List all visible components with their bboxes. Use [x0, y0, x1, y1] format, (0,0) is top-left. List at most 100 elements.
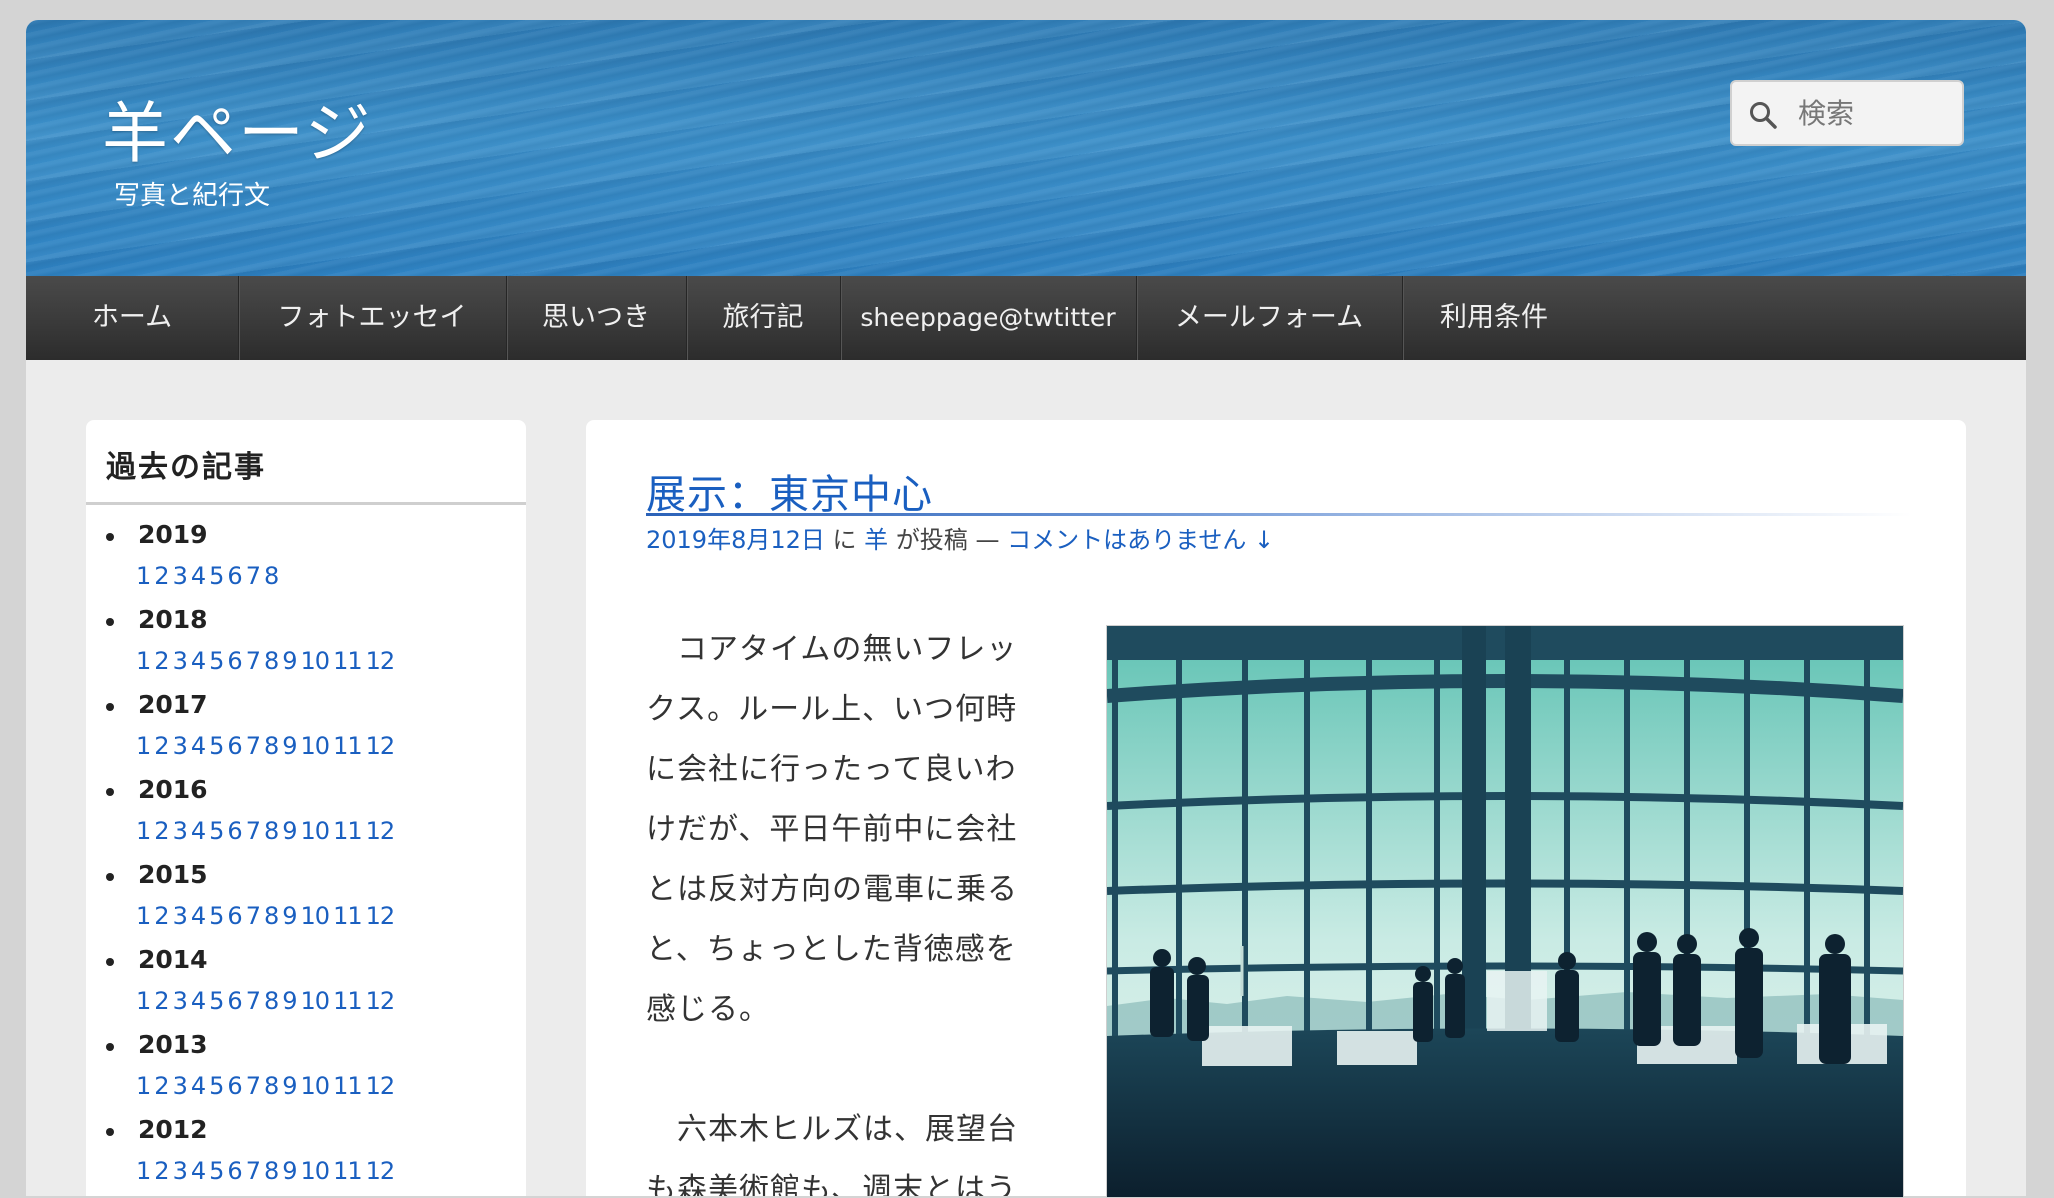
archive-month-link[interactable]: 9 — [282, 817, 297, 845]
archive-month-link[interactable]: 3 — [173, 732, 188, 760]
archive-month-link[interactable]: 7 — [246, 902, 261, 930]
archive-month-link[interactable]: 2 — [154, 987, 169, 1015]
archive-month-link[interactable]: 9 — [282, 902, 297, 930]
archive-month-link[interactable]: 1 — [136, 817, 151, 845]
archive-month-link[interactable]: 6 — [227, 1157, 242, 1185]
archive-month-link[interactable]: 8 — [264, 987, 279, 1015]
archive-month-link[interactable]: 6 — [227, 562, 242, 590]
archive-month-link[interactable]: 8 — [264, 647, 279, 675]
archive-month-link[interactable]: 3 — [173, 647, 188, 675]
archive-month-link[interactable]: 5 — [209, 1157, 224, 1185]
archive-month-link[interactable]: 7 — [246, 562, 261, 590]
archive-month-link[interactable]: 10 — [301, 817, 331, 845]
archive-month-link[interactable]: 2 — [154, 1072, 169, 1100]
nav-item-terms[interactable]: 利用条件 — [1402, 276, 1586, 360]
archive-month-link[interactable]: 11 — [333, 647, 363, 675]
archive-month-link[interactable]: 11 — [333, 902, 363, 930]
archive-month-link[interactable]: 12 — [366, 987, 396, 1015]
archive-month-link[interactable]: 4 — [191, 647, 206, 675]
archive-month-link[interactable]: 11 — [333, 1157, 363, 1185]
archive-month-link[interactable]: 2 — [154, 647, 169, 675]
comments-link[interactable]: コメントはありません ↓ — [1007, 526, 1274, 554]
site-title[interactable]: 羊ページ — [102, 80, 373, 176]
archive-month-link[interactable]: 12 — [366, 817, 396, 845]
archive-month-link[interactable]: 9 — [282, 987, 297, 1015]
post-title[interactable]: 展示：東京中心 — [646, 462, 933, 520]
archive-month-link[interactable]: 7 — [246, 732, 261, 760]
archive-month-link[interactable]: 9 — [282, 1072, 297, 1100]
archive-month-link[interactable]: 7 — [246, 1072, 261, 1100]
archive-month-link[interactable]: 3 — [173, 1072, 188, 1100]
archive-month-link[interactable]: 10 — [301, 647, 331, 675]
archive-month-link[interactable]: 2 — [154, 562, 169, 590]
archive-month-link[interactable]: 5 — [209, 987, 224, 1015]
archive-month-link[interactable]: 4 — [191, 1072, 206, 1100]
nav-item-travel[interactable]: 旅行記 — [686, 276, 841, 360]
search-input[interactable] — [1798, 94, 1948, 132]
archive-month-link[interactable]: 6 — [227, 902, 242, 930]
archive-month-link[interactable]: 6 — [227, 1072, 242, 1100]
archive-month-link[interactable]: 5 — [209, 902, 224, 930]
archive-month-link[interactable]: 8 — [264, 902, 279, 930]
archive-month-link[interactable]: 5 — [209, 817, 224, 845]
archive-month-link[interactable]: 2 — [154, 1157, 169, 1185]
archive-month-link[interactable]: 6 — [227, 647, 242, 675]
archive-month-link[interactable]: 4 — [191, 902, 206, 930]
archive-month-link[interactable]: 10 — [301, 902, 331, 930]
archive-month-link[interactable]: 1 — [136, 647, 151, 675]
archive-month-link[interactable]: 5 — [209, 647, 224, 675]
nav-item-photo-essay[interactable]: フォトエッセイ — [238, 276, 507, 360]
archive-month-link[interactable]: 10 — [301, 1157, 331, 1185]
archive-month-link[interactable]: 12 — [366, 1157, 396, 1185]
archive-month-link[interactable]: 2 — [154, 902, 169, 930]
archive-month-link[interactable]: 7 — [246, 817, 261, 845]
archive-month-link[interactable]: 10 — [301, 987, 331, 1015]
archive-month-link[interactable]: 12 — [366, 902, 396, 930]
archive-month-link[interactable]: 4 — [191, 562, 206, 590]
archive-month-link[interactable]: 12 — [366, 1072, 396, 1100]
archive-month-link[interactable]: 1 — [136, 1157, 151, 1185]
nav-item-twitter[interactable]: sheeppage@twtitter — [840, 276, 1137, 360]
archive-month-link[interactable]: 5 — [209, 732, 224, 760]
archive-month-link[interactable]: 4 — [191, 817, 206, 845]
archive-month-link[interactable]: 3 — [173, 902, 188, 930]
archive-month-link[interactable]: 3 — [173, 817, 188, 845]
archive-month-link[interactable]: 9 — [282, 732, 297, 760]
archive-month-link[interactable]: 10 — [301, 732, 331, 760]
archive-month-link[interactable]: 2 — [154, 732, 169, 760]
archive-month-link[interactable]: 4 — [191, 987, 206, 1015]
archive-month-link[interactable]: 7 — [246, 647, 261, 675]
archive-month-link[interactable]: 6 — [227, 817, 242, 845]
archive-month-link[interactable]: 3 — [173, 1157, 188, 1185]
archive-month-link[interactable]: 11 — [333, 732, 363, 760]
archive-month-link[interactable]: 8 — [264, 817, 279, 845]
archive-month-link[interactable]: 4 — [191, 1157, 206, 1185]
post-date-link[interactable]: 2019年8月12日 — [646, 526, 825, 554]
archive-month-link[interactable]: 1 — [136, 732, 151, 760]
archive-month-link[interactable]: 5 — [209, 1072, 224, 1100]
archive-month-link[interactable]: 6 — [227, 732, 242, 760]
post-author-link[interactable]: 羊 — [864, 526, 888, 554]
archive-month-link[interactable]: 7 — [246, 987, 261, 1015]
nav-item-mail-form[interactable]: メールフォーム — [1136, 276, 1403, 360]
archive-month-link[interactable]: 11 — [333, 987, 363, 1015]
archive-month-link[interactable]: 4 — [191, 732, 206, 760]
archive-month-link[interactable]: 11 — [333, 1072, 363, 1100]
archive-month-link[interactable]: 12 — [366, 647, 396, 675]
archive-month-link[interactable]: 7 — [246, 1157, 261, 1185]
archive-month-link[interactable]: 9 — [282, 647, 297, 675]
search-box[interactable] — [1730, 80, 1964, 146]
archive-month-link[interactable]: 3 — [173, 987, 188, 1015]
archive-month-link[interactable]: 2 — [154, 817, 169, 845]
archive-month-link[interactable]: 3 — [173, 562, 188, 590]
archive-month-link[interactable]: 11 — [333, 817, 363, 845]
archive-month-link[interactable]: 12 — [366, 732, 396, 760]
archive-month-link[interactable]: 9 — [282, 1157, 297, 1185]
archive-month-link[interactable]: 8 — [264, 1072, 279, 1100]
archive-month-link[interactable]: 8 — [264, 562, 279, 590]
archive-month-link[interactable]: 1 — [136, 987, 151, 1015]
archive-month-link[interactable]: 10 — [301, 1072, 331, 1100]
archive-month-link[interactable]: 8 — [264, 1157, 279, 1185]
archive-month-link[interactable]: 8 — [264, 732, 279, 760]
archive-month-link[interactable]: 5 — [209, 562, 224, 590]
